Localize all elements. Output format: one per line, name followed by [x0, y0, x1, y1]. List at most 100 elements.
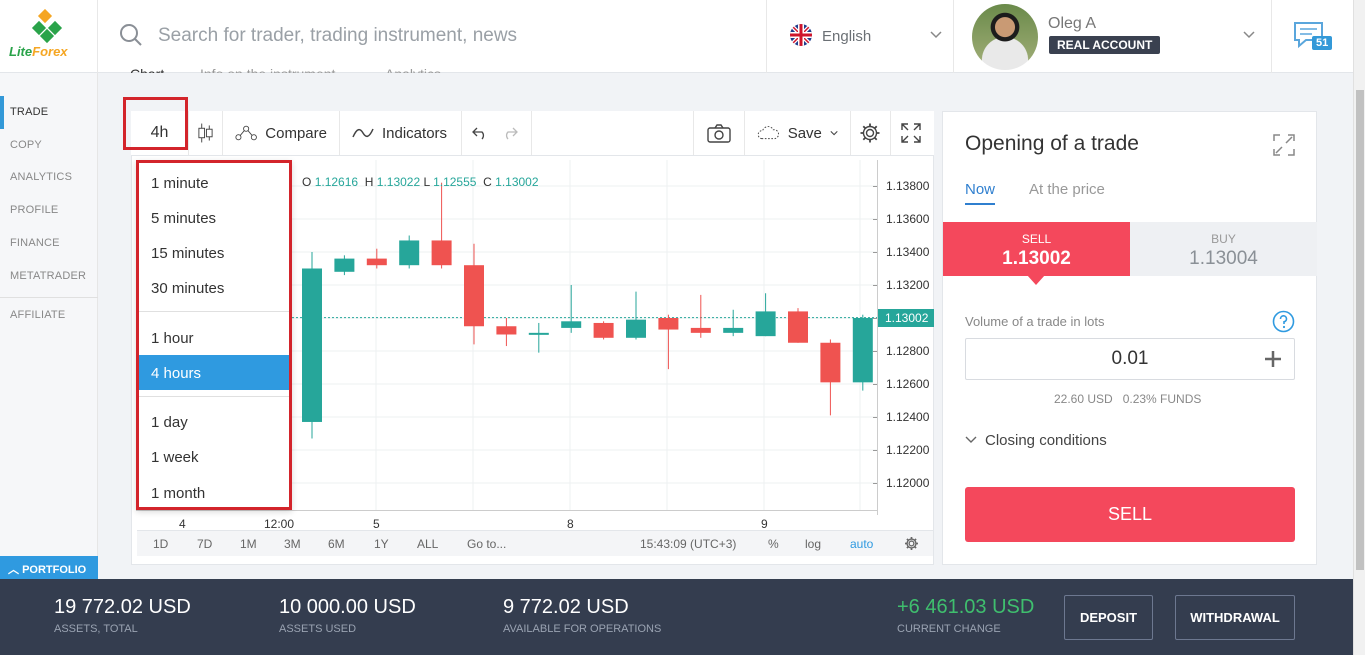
timeframe-15-minutes[interactable]: 15 minutes [139, 235, 289, 270]
language-selector[interactable]: English [766, 0, 954, 73]
expand-icon[interactable] [1272, 133, 1296, 157]
help-icon[interactable] [1272, 310, 1295, 333]
plus-icon[interactable] [1263, 349, 1283, 369]
y-tick-mark [873, 417, 877, 418]
volume-label: Volume of a trade in lots [965, 314, 1105, 329]
search-icon[interactable] [119, 23, 143, 47]
y-tick-mark [873, 450, 877, 451]
screenshot-button[interactable] [693, 111, 745, 155]
candle-body [723, 327, 744, 333]
account-summary-bar: 19 772.02 USD ASSETS, TOTAL 10 000.00 US… [0, 579, 1353, 655]
range-3m[interactable]: 3M [284, 537, 301, 551]
portfolio-toggle[interactable]: ︿ PORTFOLIO [0, 556, 98, 579]
range-1d[interactable]: 1D [153, 537, 168, 551]
sidebar-item-metatrader[interactable]: METATRADER [10, 270, 86, 282]
range-7d[interactable]: 7D [197, 537, 212, 551]
sell-price: 1.13002 [1002, 248, 1071, 269]
menu-divider [139, 396, 289, 397]
fullscreen-icon [901, 123, 921, 143]
auto-scale-toggle[interactable]: auto [850, 537, 873, 551]
redo-icon[interactable] [502, 126, 518, 140]
assets-total-label: ASSETS, TOTAL [54, 623, 138, 635]
tab-now[interactable]: Now [965, 181, 996, 205]
range-1y[interactable]: 1Y [374, 537, 389, 551]
ohlc-legend: O 1.12616 H 1.13022 L 1.12555 C 1.13002 [302, 175, 539, 189]
ohlc-close: 1.13002 [495, 175, 539, 189]
current-change-value: +6 461.03 USD [897, 596, 1035, 618]
compare-button[interactable]: Compare [223, 111, 340, 155]
percent-scale-toggle[interactable]: % [768, 537, 779, 551]
timeframe-1-minute[interactable]: 1 minute [139, 165, 289, 200]
sidebar-item-profile[interactable]: PROFILE [10, 204, 58, 216]
deposit-button[interactable]: DEPOSIT [1064, 595, 1153, 640]
sell-button[interactable]: SELL [965, 487, 1295, 542]
candle-body [399, 240, 420, 266]
goto-date-button[interactable]: Go to... [467, 537, 506, 551]
chart-type-button[interactable] [189, 111, 223, 155]
search-input[interactable] [158, 20, 748, 52]
fullscreen-button[interactable] [891, 111, 933, 155]
gear-icon[interactable] [904, 536, 919, 551]
y-tick-label: 1.12200 [886, 443, 930, 457]
messages-button[interactable]: 51 [1292, 20, 1334, 54]
price-axis[interactable]: 1.138001.136001.134001.132001.130001.128… [873, 160, 934, 515]
sidebar-item-trade[interactable]: TRADE [10, 106, 48, 118]
range-1m[interactable]: 1M [240, 537, 257, 551]
sell-price-box[interactable]: SELL 1.13002 [943, 222, 1130, 276]
ohlc-c-label: C [483, 175, 492, 189]
save-button[interactable]: Save [745, 111, 851, 155]
compare-label: Compare [265, 124, 327, 142]
chevron-down-icon [1243, 31, 1255, 39]
chevron-down-icon [965, 436, 977, 443]
log-scale-toggle[interactable]: log [805, 537, 821, 551]
timeframe-5-minutes[interactable]: 5 minutes [139, 200, 289, 235]
chart-settings-button[interactable] [851, 111, 891, 155]
logo[interactable]: LiteForex [0, 0, 98, 73]
y-tick-mark [873, 318, 877, 319]
candle-body [366, 258, 387, 266]
available-value: 9 772.02 USD [503, 596, 629, 618]
available-label: AVAILABLE FOR OPERATIONS [503, 623, 662, 635]
logo-text: LiteForex [9, 44, 68, 59]
timeframe-1-hour[interactable]: 1 hour [139, 320, 289, 355]
undo-icon[interactable] [472, 126, 488, 140]
candle-body [561, 321, 582, 328]
buy-price-box[interactable]: BUY 1.13004 [1130, 222, 1317, 276]
closing-conditions-toggle[interactable]: Closing conditions [965, 432, 1107, 449]
volume-input[interactable] [965, 338, 1295, 380]
candle-body [690, 327, 711, 333]
assets-used-label: ASSETS USED [279, 623, 357, 635]
current-change-label: CURRENT CHANGE [897, 623, 1001, 635]
sidebar-item-copy[interactable]: COPY [10, 139, 42, 151]
chevron-down-icon [830, 131, 838, 136]
timeframe-30-minutes[interactable]: 30 minutes [139, 270, 289, 305]
sidebar-item-finance[interactable]: FINANCE [10, 237, 60, 249]
time-axis[interactable]: 4 12:00 5 8 9 [136, 510, 877, 531]
candle-body [334, 258, 355, 272]
indicators-button[interactable]: Indicators [340, 111, 462, 155]
page-scrollbar[interactable] [1353, 0, 1365, 655]
user-menu[interactable]: Oleg A REAL ACCOUNT [955, 0, 1272, 73]
scrollbar-thumb[interactable] [1356, 90, 1364, 570]
candle-body [852, 318, 873, 383]
range-all[interactable]: ALL [417, 537, 438, 551]
timeframe-4-hours[interactable]: 4 hours [139, 355, 289, 390]
timeframe-1-week[interactable]: 1 week [139, 439, 289, 474]
timeframe-1-month[interactable]: 1 month [139, 475, 289, 510]
sidebar-item-affiliate[interactable]: AFFILIATE [10, 309, 65, 321]
undo-redo-group [462, 111, 532, 155]
range-6m[interactable]: 6M [328, 537, 345, 551]
chart-clock: 15:43:09 (UTC+3) [640, 537, 737, 551]
language-label: English [822, 28, 872, 45]
ohlc-high: 1.13022 [376, 175, 421, 189]
timeframe-1-day[interactable]: 1 day [139, 404, 289, 439]
y-tick-label: 1.13200 [886, 278, 930, 292]
sidebar-item-analytics[interactable]: ANALYTICS [10, 171, 72, 183]
tab-at-the-price[interactable]: At the price [1029, 181, 1105, 198]
candle-body [626, 319, 646, 338]
logo-mark-icon [31, 9, 63, 44]
ohlc-h-label: H [364, 175, 374, 189]
candle-body [755, 311, 776, 337]
withdrawal-button[interactable]: WITHDRAWAL [1175, 595, 1295, 640]
selected-pointer [1027, 275, 1045, 285]
